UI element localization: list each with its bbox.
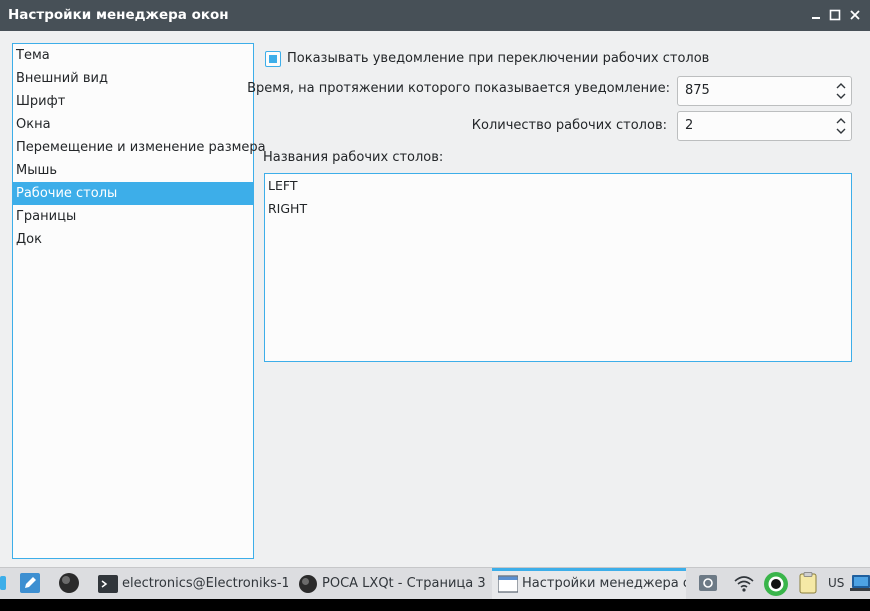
close-icon[interactable]	[846, 6, 864, 24]
desktop-count-label: Количество рабочих столов:	[471, 118, 667, 133]
wifi-icon[interactable]	[732, 571, 756, 595]
sidebar-item[interactable]: Тема	[13, 44, 253, 67]
task-label: Настройки менеджера о...	[522, 576, 686, 591]
desktop-count-value[interactable]: 2	[685, 117, 693, 135]
taskbar: electronics@Electroniks-1... POCA LXQt -…	[0, 567, 870, 600]
sidebar-item[interactable]: Внешний вид	[13, 67, 253, 90]
network-manager-icon[interactable]	[696, 571, 720, 595]
clipboard-icon[interactable]	[796, 571, 820, 595]
taskbar-task-wm-settings[interactable]: Настройки менеджера о...	[492, 568, 686, 600]
taskbar-task-terminal[interactable]: electronics@Electroniks-1...	[92, 568, 288, 600]
window-content: Тема Внешний вид Шрифт Окна Перемещение и из…	[0, 31, 870, 567]
screen-bottom-edge	[0, 599, 870, 611]
sidebar-item[interactable]: Док	[13, 228, 253, 251]
desktop-name-line[interactable]: RIGHT	[268, 200, 307, 218]
notification-time-label: Время, на протяжении которого показывает…	[247, 81, 670, 96]
task-label: electronics@Electroniks-1...	[122, 576, 288, 591]
desktop-names-editor[interactable]: LEFT RIGHT	[264, 173, 852, 362]
task-label: POCA LXQt - Страница 3 -...	[322, 576, 488, 591]
sidebar-item[interactable]: Границы	[13, 205, 253, 228]
window-title: Настройки менеджера окон	[8, 7, 229, 23]
settings-category-list[interactable]: Тема Внешний вид Шрифт Окна Перемещение и из…	[12, 43, 266, 559]
laptop-icon[interactable]	[850, 571, 870, 595]
browser-icon	[298, 574, 318, 594]
sidebar-item[interactable]: Окна	[13, 113, 253, 136]
notification-time-value[interactable]: 875	[685, 82, 710, 100]
browser-icon[interactable]	[57, 571, 81, 595]
text-editor-icon[interactable]	[18, 571, 42, 595]
desktop-names-label: Названия рабочих столов:	[263, 150, 444, 165]
taskbar-task-browser[interactable]: POCA LXQt - Страница 3 -...	[292, 568, 488, 600]
minimize-icon[interactable]	[807, 6, 825, 24]
sidebar-item[interactable]: Мышь	[13, 159, 253, 182]
record-icon[interactable]	[763, 571, 788, 596]
show-notification-checkbox[interactable]	[265, 51, 281, 67]
notification-time-spinbox[interactable]: 875	[677, 76, 852, 106]
desktop-name-line[interactable]: LEFT	[268, 177, 297, 195]
sidebar-item[interactable]: Рабочие столы	[13, 182, 253, 205]
sidebar-item[interactable]: Шрифт	[13, 90, 253, 113]
window-icon	[497, 574, 519, 594]
terminal-icon	[98, 574, 118, 594]
app-menu-icon[interactable]	[0, 571, 8, 595]
spin-arrows-icon[interactable]	[835, 115, 847, 137]
window-titlebar[interactable]: Настройки менеджера окон	[0, 0, 870, 31]
sidebar-item[interactable]: Перемещение и изменение размера	[13, 136, 266, 159]
keyboard-layout-indicator[interactable]: US	[828, 576, 844, 590]
desktop-count-spinbox[interactable]: 2	[677, 111, 852, 141]
show-notification-label[interactable]: Показывать уведомление при переключении …	[287, 50, 709, 68]
maximize-icon[interactable]	[826, 6, 844, 24]
spin-arrows-icon[interactable]	[835, 80, 847, 102]
